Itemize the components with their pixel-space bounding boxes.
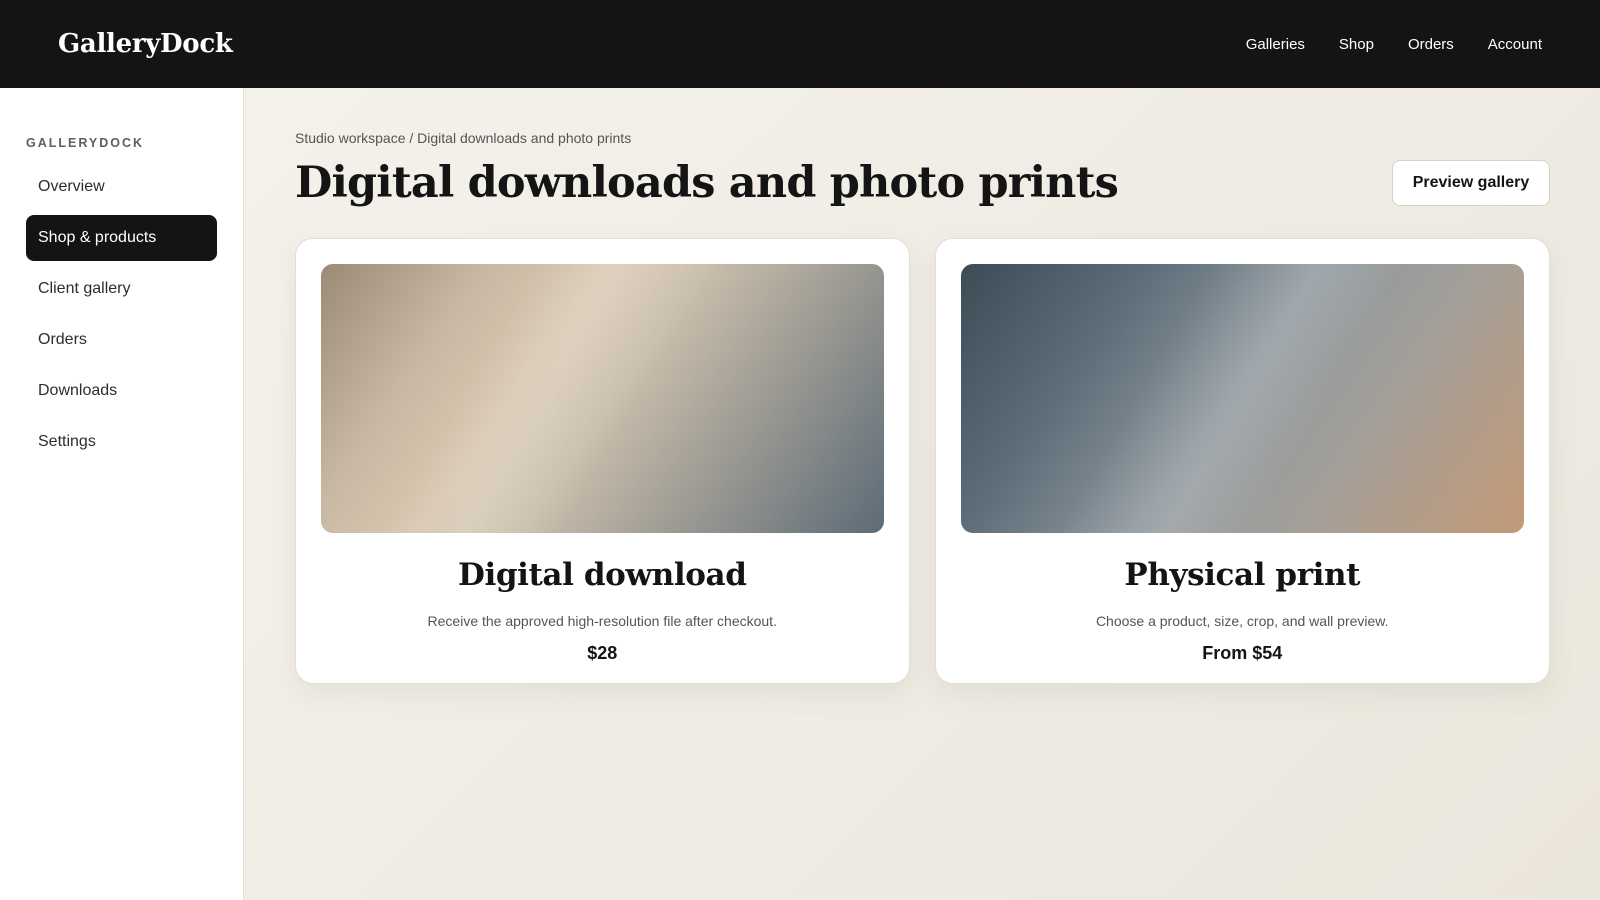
product-image xyxy=(960,264,1524,533)
breadcrumb: Studio workspace / Digital downloads and… xyxy=(295,130,632,146)
sidebar-heading: GALLERYDOCK xyxy=(26,136,145,150)
sidebar-item-label: Orders xyxy=(38,331,87,348)
top-bar: GalleryDock Galleries Shop Orders Accoun… xyxy=(0,0,1600,88)
nav-galleries[interactable]: Galleries xyxy=(1246,36,1305,53)
sidebar-item-settings[interactable]: Settings xyxy=(26,419,217,465)
sidebar: GALLERYDOCK Overview Shop & products Cli… xyxy=(0,88,244,900)
product-price: From $54 xyxy=(1202,643,1283,663)
sidebar-item-client-gallery[interactable]: Client gallery xyxy=(26,266,217,312)
product-title: Digital download xyxy=(458,557,747,593)
product-description: Receive the approved high-resolution fil… xyxy=(427,613,777,629)
product-description: Choose a product, size, crop, and wall p… xyxy=(1095,613,1389,629)
sidebar-item-shop-products[interactable]: Shop & products xyxy=(26,215,217,261)
sidebar-item-downloads[interactable]: Downloads xyxy=(26,368,217,414)
sidebar-item-orders[interactable]: Orders xyxy=(26,317,217,363)
sidebar-item-label: Client gallery xyxy=(38,280,131,297)
title-row: Digital downloads and photo prints Previ… xyxy=(295,158,1550,208)
sidebar-item-overview[interactable]: Overview xyxy=(26,164,217,210)
preview-gallery-button[interactable]: Preview gallery xyxy=(1392,160,1550,206)
sidebar-item-label: Downloads xyxy=(38,382,118,399)
top-nav: Galleries Shop Orders Account xyxy=(1212,36,1542,53)
sidebar-item-label: Shop & products xyxy=(38,229,157,246)
product-image xyxy=(321,264,884,533)
nav-account[interactable]: Account xyxy=(1488,36,1542,53)
main-content: Studio workspace / Digital downloads and… xyxy=(244,88,1600,900)
nav-orders[interactable]: Orders xyxy=(1408,36,1454,53)
product-cards: Digital download Receive the approved hi… xyxy=(295,238,1550,684)
sidebar-item-label: Settings xyxy=(38,433,96,450)
brand-logo[interactable]: GalleryDock xyxy=(58,29,233,59)
product-title: Physical print xyxy=(1124,557,1361,593)
nav-shop[interactable]: Shop xyxy=(1339,36,1374,53)
product-card-digital-download[interactable]: Digital download Receive the approved hi… xyxy=(295,238,910,684)
product-price: $28 xyxy=(587,643,618,663)
sidebar-item-label: Overview xyxy=(38,178,105,195)
product-card-physical-print[interactable]: Physical print Choose a product, size, c… xyxy=(934,238,1550,684)
page-title: Digital downloads and photo prints xyxy=(295,158,1119,208)
